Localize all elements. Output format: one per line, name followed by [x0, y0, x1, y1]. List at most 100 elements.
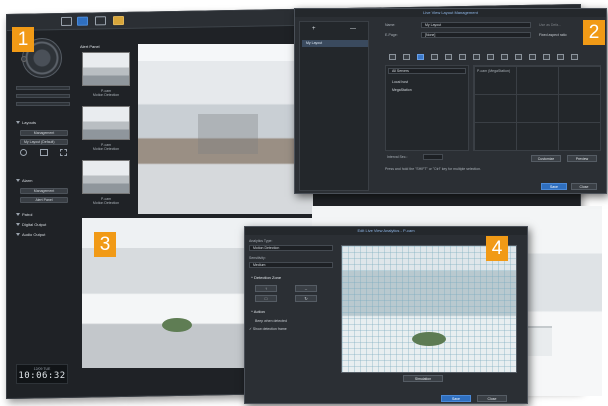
alarm-management-button[interactable]: Management — [20, 188, 68, 194]
simulation-button[interactable]: Simulation — [403, 375, 443, 382]
clock-time: 10:06:32 — [18, 371, 66, 381]
alert-panel-button[interactable]: Alert Panel — [20, 197, 68, 203]
add-layout-button[interactable]: + — [312, 26, 316, 32]
layouts-management-button[interactable]: Management — [20, 130, 68, 136]
remove-layout-button[interactable]: — — [350, 26, 356, 32]
alert-event: Motion Detection — [92, 147, 120, 151]
analytics-type-select[interactable]: Motion Detection — [249, 245, 333, 251]
ptz-left-icon[interactable] — [21, 56, 27, 62]
layout-management-dialog: Live View Layout Management + — My Layou… — [294, 8, 607, 194]
layout-5x5-icon[interactable] — [501, 54, 508, 60]
alert-thumbnail[interactable]: P-cam Motion Detection — [82, 106, 130, 151]
camera-view-main[interactable] — [138, 44, 313, 214]
layout-1p7-icon[interactable] — [459, 54, 466, 60]
caret-icon — [16, 213, 20, 217]
layout-4x4-icon[interactable] — [431, 54, 438, 60]
save-button[interactable]: Save — [541, 183, 567, 190]
preview-button[interactable]: Preview — [567, 155, 597, 162]
fixed-aspect-checkbox[interactable]: Fixed aspect ratio — [539, 33, 567, 37]
focus-slider[interactable] — [16, 94, 70, 98]
selection-hint: Press and hold the "SHIFT" or "Ctrl" key… — [385, 167, 482, 171]
plant-image — [412, 332, 446, 346]
callout-badge: 3 — [94, 232, 116, 257]
alert-thumbnail[interactable]: P-cam Motion Detection — [82, 160, 130, 205]
iris-slider[interactable] — [16, 102, 70, 106]
close-button[interactable]: Close — [477, 395, 507, 402]
analytics-type-label: Analytics Type: — [249, 239, 273, 243]
alert-event: Motion Detection — [92, 201, 120, 205]
interval-label: Interval Sec.: — [387, 155, 408, 159]
callout-badge: 2 — [583, 20, 605, 45]
layout-2p8-icon[interactable] — [487, 54, 494, 60]
grid-icon[interactable] — [95, 16, 106, 26]
caret-icon — [16, 233, 20, 237]
detection-zone-header[interactable]: ^ Detection Zone — [251, 275, 281, 280]
alert-panel-header: Alert Panel — [80, 44, 100, 49]
dialog-title: Live View Layout Management — [295, 9, 606, 17]
detection-grid-overlay[interactable] — [342, 246, 516, 372]
name-input[interactable]: My Layout — [421, 22, 531, 28]
camera-tree-panel: All Servers Local host MegaStation — [385, 65, 469, 151]
layout-6x6-icon[interactable] — [515, 54, 522, 60]
info-icon[interactable] — [20, 149, 27, 156]
clock-display: 12/09 TUE 10:06:32 — [16, 364, 68, 384]
section-patrol[interactable]: Patrol — [16, 212, 72, 217]
layout-1p5-icon[interactable] — [445, 54, 452, 60]
beep-checkbox[interactable]: Beep when detected — [255, 319, 287, 323]
alert-thumbnail[interactable]: P-cam Motion Detection — [82, 52, 130, 97]
epage-select[interactable]: [None] — [421, 32, 531, 38]
folder-icon[interactable] — [113, 15, 124, 26]
layout-select[interactable]: My Layout (Default) — [20, 139, 68, 145]
layout-1p12-icon[interactable] — [473, 54, 480, 60]
zone-reset-icon[interactable]: ↻ — [295, 295, 317, 302]
name-label: Name: — [385, 23, 396, 27]
layout-cell-label: P-cam (MegaStation) — [477, 69, 511, 73]
layout-list-panel: + — My Layout — [299, 21, 369, 191]
callout-badge: 1 — [12, 27, 34, 52]
sensitivity-label: Sensitivity: — [249, 256, 266, 260]
tree-item-megastation[interactable]: MegaStation — [392, 88, 412, 92]
analytics-preview[interactable] — [341, 245, 517, 373]
server-filter-select[interactable]: All Servers — [388, 68, 466, 74]
layout-preview-grid[interactable]: P-cam (MegaStation) — [473, 65, 601, 151]
layout-custom-icon[interactable] — [529, 54, 536, 60]
callout-badge: 4 — [486, 236, 508, 261]
layout-list-item[interactable]: My Layout — [302, 40, 368, 47]
fullscreen-icon[interactable] — [60, 149, 67, 156]
screenshot-stage: Layouts Management My Layout (Default) A… — [0, 0, 608, 406]
sensitivity-select[interactable]: Medium — [249, 262, 333, 268]
layout-1x1-icon[interactable] — [389, 54, 396, 60]
show-frame-checkbox[interactable]: ✓ Show detection frame — [249, 327, 287, 331]
caret-icon — [16, 223, 20, 227]
zone-remove-icon[interactable]: – — [295, 285, 317, 292]
plant-image — [162, 318, 192, 332]
caret-icon — [16, 179, 20, 183]
close-button[interactable]: Close — [571, 183, 597, 190]
section-digital-output[interactable]: Digital Output — [16, 222, 72, 227]
customize-button[interactable]: Customize — [531, 155, 561, 162]
epage-label: E-Page: — [385, 33, 398, 37]
layout-2x2-icon[interactable] — [403, 54, 410, 60]
action-header[interactable]: ^ Action — [251, 309, 265, 314]
live-view-icon[interactable] — [77, 16, 88, 26]
zoom-slider[interactable] — [16, 86, 70, 90]
zone-add-icon[interactable]: ↑ — [255, 285, 277, 292]
layout-icon-row — [20, 149, 68, 157]
section-alarm[interactable]: Alarm — [16, 178, 72, 183]
layout-fit-icon[interactable] — [571, 54, 578, 60]
interval-input[interactable] — [423, 154, 443, 160]
zone-select-icon[interactable]: □ — [255, 295, 277, 302]
tree-item-localhost[interactable]: Local host — [392, 80, 408, 84]
section-layouts[interactable]: Layouts — [16, 120, 72, 125]
left-control-panel: Layouts Management My Layout (Default) A… — [14, 28, 74, 384]
use-default-checkbox[interactable]: Use as Defa... — [539, 23, 561, 27]
caret-icon — [16, 121, 20, 125]
monitor-icon[interactable] — [61, 16, 72, 27]
dialog-title: Edit Live View Analytics - P-cam — [245, 227, 527, 235]
section-audio-output[interactable]: Audio Output — [16, 232, 72, 237]
layout-pip-icon[interactable] — [543, 54, 550, 60]
save-button[interactable]: Save — [441, 395, 471, 402]
grid-layout-icon[interactable] — [40, 149, 48, 156]
layout-wide-icon[interactable] — [557, 54, 564, 60]
layout-3x3-icon[interactable] — [417, 54, 424, 60]
